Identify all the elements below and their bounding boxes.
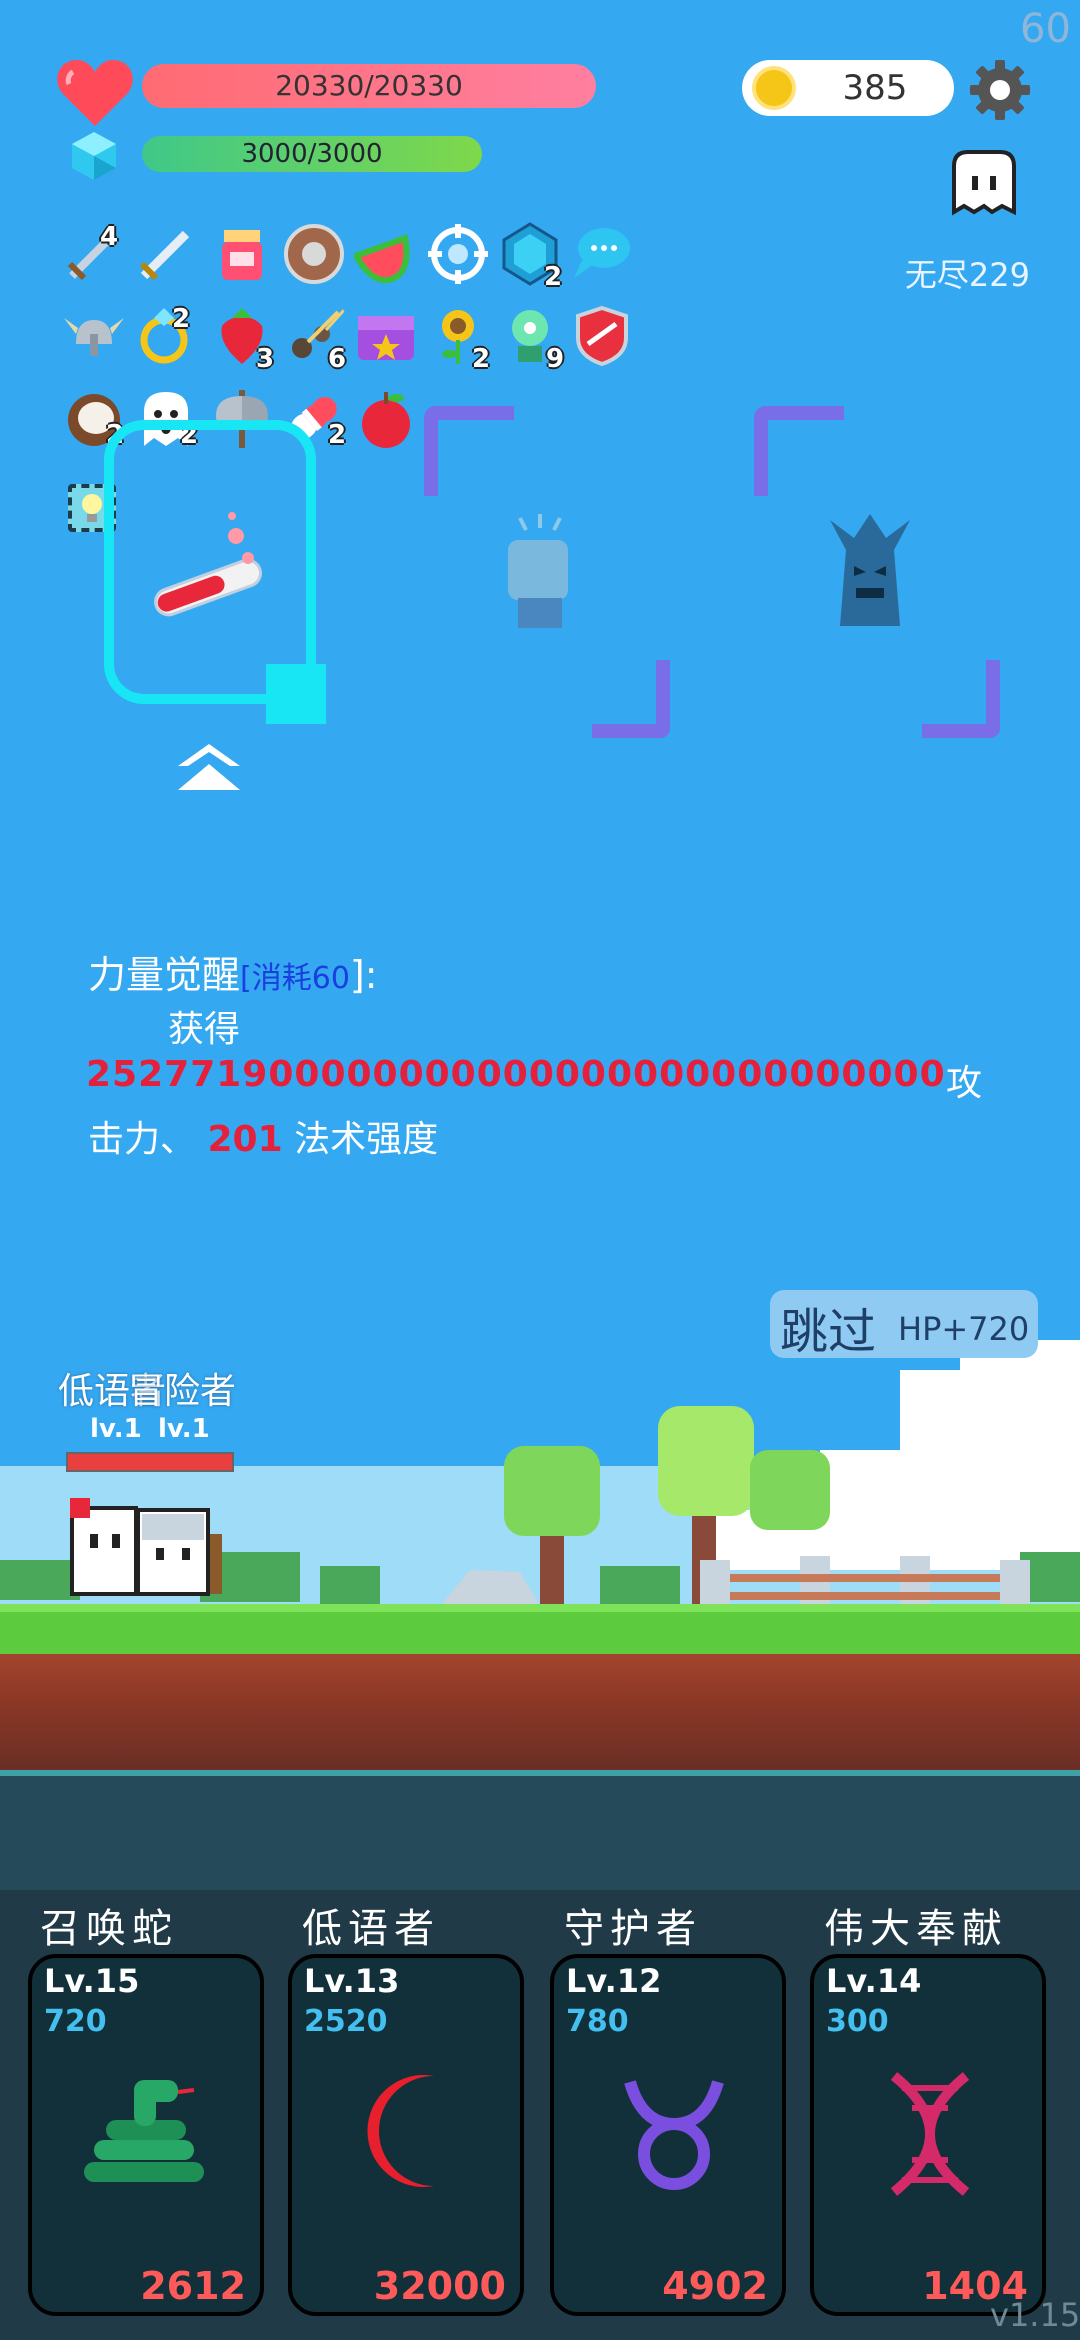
heart-icon [57, 60, 133, 126]
skip-hp-bonus: HP+720 [898, 1310, 1030, 1348]
coin-amount: 385 [842, 68, 908, 108]
item-count-badge: 2 [172, 304, 191, 334]
awaken-title: 力量觉醒[消耗60]: [88, 944, 378, 999]
item-count-badge: 3 [256, 344, 275, 374]
mana-crystal-icon [72, 132, 116, 180]
magic-label: 法术强度 [294, 1119, 439, 1160]
expand-up-icon[interactable] [174, 742, 244, 798]
crescent-moon-icon [367, 2075, 434, 2187]
item-count-badge: 6 [328, 344, 347, 374]
test-tube-icon [154, 512, 263, 617]
taurus-icon [624, 2080, 724, 2190]
awaken-cost: 消耗60 [251, 961, 350, 996]
skill-cost: 4902 [662, 2264, 768, 2308]
watermelon-icon[interactable] [354, 222, 418, 286]
fps-counter: 60 [1020, 6, 1071, 52]
skill-level: Lv.14 [826, 1962, 922, 2000]
skill-title: 守护者 [564, 1906, 702, 1952]
ground-water [0, 1770, 1080, 1896]
fist-icon[interactable] [500, 510, 580, 630]
hero-level: lv.1 [90, 1414, 142, 1444]
hero-sprites [70, 1498, 222, 1596]
hero-hp-bar [66, 1452, 234, 1472]
hero-name: 冒险者 [128, 1371, 237, 1412]
item-count-badge: 2 [328, 420, 347, 450]
mp-bar: 3000/3000 [142, 136, 482, 172]
skill-cost: 32000 [373, 2264, 506, 2308]
card-slot-bracket [424, 406, 514, 496]
hero-level: lv.1 [158, 1414, 210, 1444]
card-slot-bracket [754, 406, 844, 496]
skill-title: 低语者 [302, 1906, 440, 1952]
skill-level: Lv.12 [566, 1962, 662, 2000]
item-count-badge: 4 [100, 222, 119, 252]
skill-cost: 2612 [140, 2264, 246, 2308]
dna-icon [890, 2072, 970, 2196]
skill-value: 780 [566, 2004, 629, 2039]
awaken-title-text: 力量觉醒 [88, 953, 241, 997]
item-count-badge: 2 [472, 344, 491, 374]
sword-icon[interactable] [134, 222, 198, 286]
cost-bracket: [ [240, 961, 252, 996]
awaken-line-2: 击力、 201 法术强度 [88, 1110, 438, 1162]
badge-icon[interactable] [570, 304, 634, 368]
settings-gear-icon[interactable] [968, 58, 1032, 122]
skill-title: 召唤蛇 [40, 1906, 178, 1952]
jam-jar-icon[interactable] [210, 222, 274, 286]
item-count-badge: 9 [546, 344, 565, 374]
ground-dirt [0, 1654, 1080, 1770]
magic-value: 201 [207, 1119, 283, 1160]
skill-level: Lv.15 [44, 1962, 140, 2000]
chest-icon[interactable] [354, 304, 418, 368]
snake-icon [84, 2080, 204, 2182]
speech-bubble-icon[interactable] [570, 222, 634, 286]
skip-label: 跳过 [780, 1304, 877, 1360]
coin-icon [752, 66, 796, 110]
viking-helmet-icon[interactable] [62, 304, 126, 368]
skill-level: Lv.13 [304, 1962, 400, 2000]
skill-value: 300 [826, 2004, 889, 2039]
item-count-badge: 2 [544, 262, 563, 292]
attack-suffix: 攻 [946, 1063, 983, 1104]
version-label: v1.15 [990, 2296, 1080, 2334]
attack-value: 252771900000000000000000000000000 [86, 1054, 946, 1095]
shield-icon[interactable] [282, 222, 346, 286]
cost-bracket-close: ]: [349, 953, 378, 997]
tree-monster-icon[interactable] [820, 510, 920, 630]
apple-icon[interactable] [354, 386, 418, 450]
skill-value: 2520 [304, 2004, 388, 2039]
hp-bar: 20330/20330 [142, 64, 596, 108]
target-icon[interactable] [426, 222, 490, 286]
endless-stage-label: 无尽229 [904, 256, 1030, 294]
attack-label: 击力、 [88, 1119, 197, 1160]
awaken-gain: 获得 [168, 1009, 241, 1050]
selected-card-corner [266, 664, 326, 724]
card-slot-bracket [592, 660, 670, 738]
ghost-mode-icon[interactable] [946, 146, 1022, 222]
card-slot-bracket [922, 660, 1000, 738]
skill-title: 伟大奉献 [824, 1906, 1008, 1952]
skill-value: 720 [44, 2004, 107, 2039]
